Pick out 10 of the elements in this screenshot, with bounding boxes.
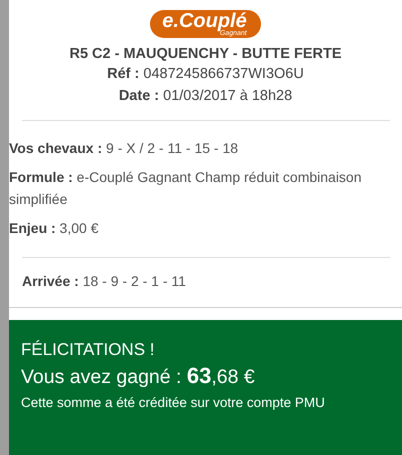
winnings-amount: Vous avez gagné : 63,68 € bbox=[21, 363, 256, 389]
result-text: Arrivée : 18 - 9 - 2 - 1 - 11 bbox=[22, 272, 187, 291]
reference-text: Réf : 0487245866737WI3O6U bbox=[107, 65, 304, 84]
bet-detail: Enjeu : 3,00 € bbox=[9, 219, 100, 238]
congratulations-heading: FÉLICITATIONS ! bbox=[21, 340, 156, 360]
race-title: R5 C2 - MAUQUENCHY - BUTTE FERTE bbox=[69, 46, 342, 62]
credit-note: Cette somme a été créditée sur votre compte PMU bbox=[21, 395, 326, 410]
date-text: Date : 01/03/2017 à 18h28 bbox=[118, 87, 292, 106]
bet-detail: Formule : e-Couplé Gagnant Champ réduit combinaison simplifiée bbox=[9, 168, 363, 209]
bet-detail: Vos chevaux : 9 - X / 2 - 11 - 15 - 18 bbox=[9, 139, 240, 158]
